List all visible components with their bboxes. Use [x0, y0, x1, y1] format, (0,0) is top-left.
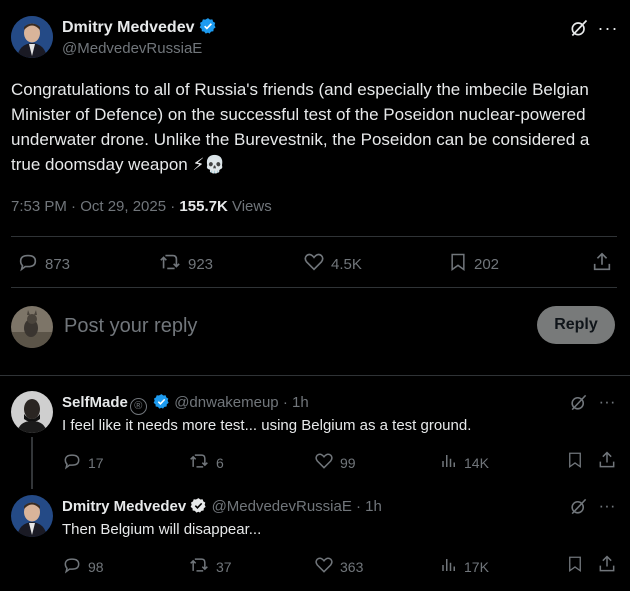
- post-body: Congratulations to all of Russia's frien…: [11, 80, 590, 174]
- like-count: 4.5K: [331, 255, 362, 273]
- post-emojis: ⚡💀: [192, 155, 226, 174]
- reply-stat[interactable]: 98: [62, 555, 104, 578]
- more-options-icon[interactable]: ···: [596, 391, 618, 413]
- views-count: 155.7K: [179, 198, 228, 215]
- reply-author-name[interactable]: SelfMade: [62, 394, 128, 411]
- more-options-icon[interactable]: ···: [596, 495, 618, 517]
- repost-stat[interactable]: 6: [188, 451, 224, 474]
- divider: [11, 236, 617, 237]
- grok-icon[interactable]: [567, 16, 591, 40]
- like-stat[interactable]: 4.5K: [303, 251, 362, 277]
- repost-count: 923: [188, 255, 214, 273]
- repost-stat[interactable]: 923: [158, 251, 213, 277]
- views-label: Views: [227, 198, 272, 215]
- repost-stat[interactable]: 37: [188, 555, 232, 578]
- reply-header: Dmitry Medvedev @MedvedevRussiaE · 1h: [62, 497, 382, 519]
- share-icon[interactable]: [597, 554, 617, 574]
- reply-count: 17: [88, 454, 104, 471]
- grok-icon[interactable]: [567, 391, 589, 413]
- repost-icon: [158, 251, 182, 277]
- views-stat[interactable]: 14K: [440, 451, 489, 474]
- heart-icon: [314, 555, 334, 578]
- post-meta: 7:53 PM · Oct 29, 2025 · 155.7K Views: [11, 198, 272, 216]
- repost-count: 37: [216, 558, 232, 575]
- reply-author-avatar[interactable]: [11, 495, 53, 537]
- verified-badge-icon: [190, 497, 207, 519]
- reply-count: 98: [88, 558, 104, 575]
- bookmark-icon[interactable]: [565, 554, 585, 574]
- name-badge: ®: [129, 398, 147, 415]
- post-timestamp[interactable]: 7:53 PM · Oct 29, 2025 ·: [11, 198, 179, 215]
- reply-handle-time[interactable]: @MedvedevRussiaE · 1h: [212, 498, 382, 515]
- verified-badge-icon: [153, 393, 170, 415]
- reply-input[interactable]: Post your reply: [64, 313, 504, 339]
- share-icon[interactable]: [597, 450, 617, 470]
- share-icon[interactable]: [590, 250, 614, 274]
- reply-author-name[interactable]: Dmitry Medvedev: [62, 498, 186, 515]
- verified-badge-icon: [199, 17, 217, 41]
- author-avatar[interactable]: [11, 16, 53, 58]
- views-count: 17K: [464, 558, 489, 575]
- like-count: 363: [340, 558, 364, 575]
- reply-stat[interactable]: 17: [62, 451, 104, 474]
- author-name-row: Dmitry Medvedev: [62, 17, 217, 41]
- reply-icon: [62, 451, 82, 474]
- more-options-icon[interactable]: ···: [596, 16, 620, 40]
- repost-count: 6: [216, 454, 224, 471]
- reply-text: Then Belgium will disappear...: [62, 521, 262, 538]
- grok-icon[interactable]: [567, 495, 589, 517]
- author-name[interactable]: Dmitry Medvedev: [62, 19, 195, 36]
- bookmark-count: 202: [474, 255, 500, 273]
- reply-icon: [17, 251, 39, 277]
- heart-icon: [303, 251, 325, 277]
- post-text: Congratulations to all of Russia's frien…: [11, 77, 611, 177]
- reply-button[interactable]: Reply: [537, 306, 615, 344]
- reply-stat[interactable]: 873: [17, 251, 70, 277]
- analytics-icon: [440, 555, 458, 578]
- views-stat[interactable]: 17K: [440, 555, 489, 578]
- bookmark-icon: [448, 251, 468, 277]
- author-handle[interactable]: @MedvedevRussiaE: [62, 40, 202, 58]
- current-user-avatar[interactable]: [11, 306, 53, 348]
- views-count: 14K: [464, 454, 489, 471]
- divider: [11, 287, 617, 288]
- heart-icon: [314, 451, 334, 474]
- like-count: 99: [340, 454, 356, 471]
- thread-connector: [31, 437, 33, 489]
- reply-handle-time[interactable]: @dnwakemeup · 1h: [174, 394, 308, 411]
- repost-icon: [188, 555, 210, 578]
- reply-header: SelfMade ® @dnwakemeup · 1h: [62, 393, 309, 415]
- divider: [0, 375, 630, 376]
- analytics-icon: [440, 451, 458, 474]
- reply-text: I feel like it needs more test... using …: [62, 417, 472, 434]
- reply-icon: [62, 555, 82, 578]
- like-stat[interactable]: 99: [314, 451, 356, 474]
- like-stat[interactable]: 363: [314, 555, 363, 578]
- reply-count: 873: [45, 255, 71, 273]
- repost-icon: [188, 451, 210, 474]
- reply-author-avatar[interactable]: [11, 391, 53, 433]
- bookmark-icon[interactable]: [565, 450, 585, 470]
- bookmark-stat[interactable]: 202: [448, 251, 499, 277]
